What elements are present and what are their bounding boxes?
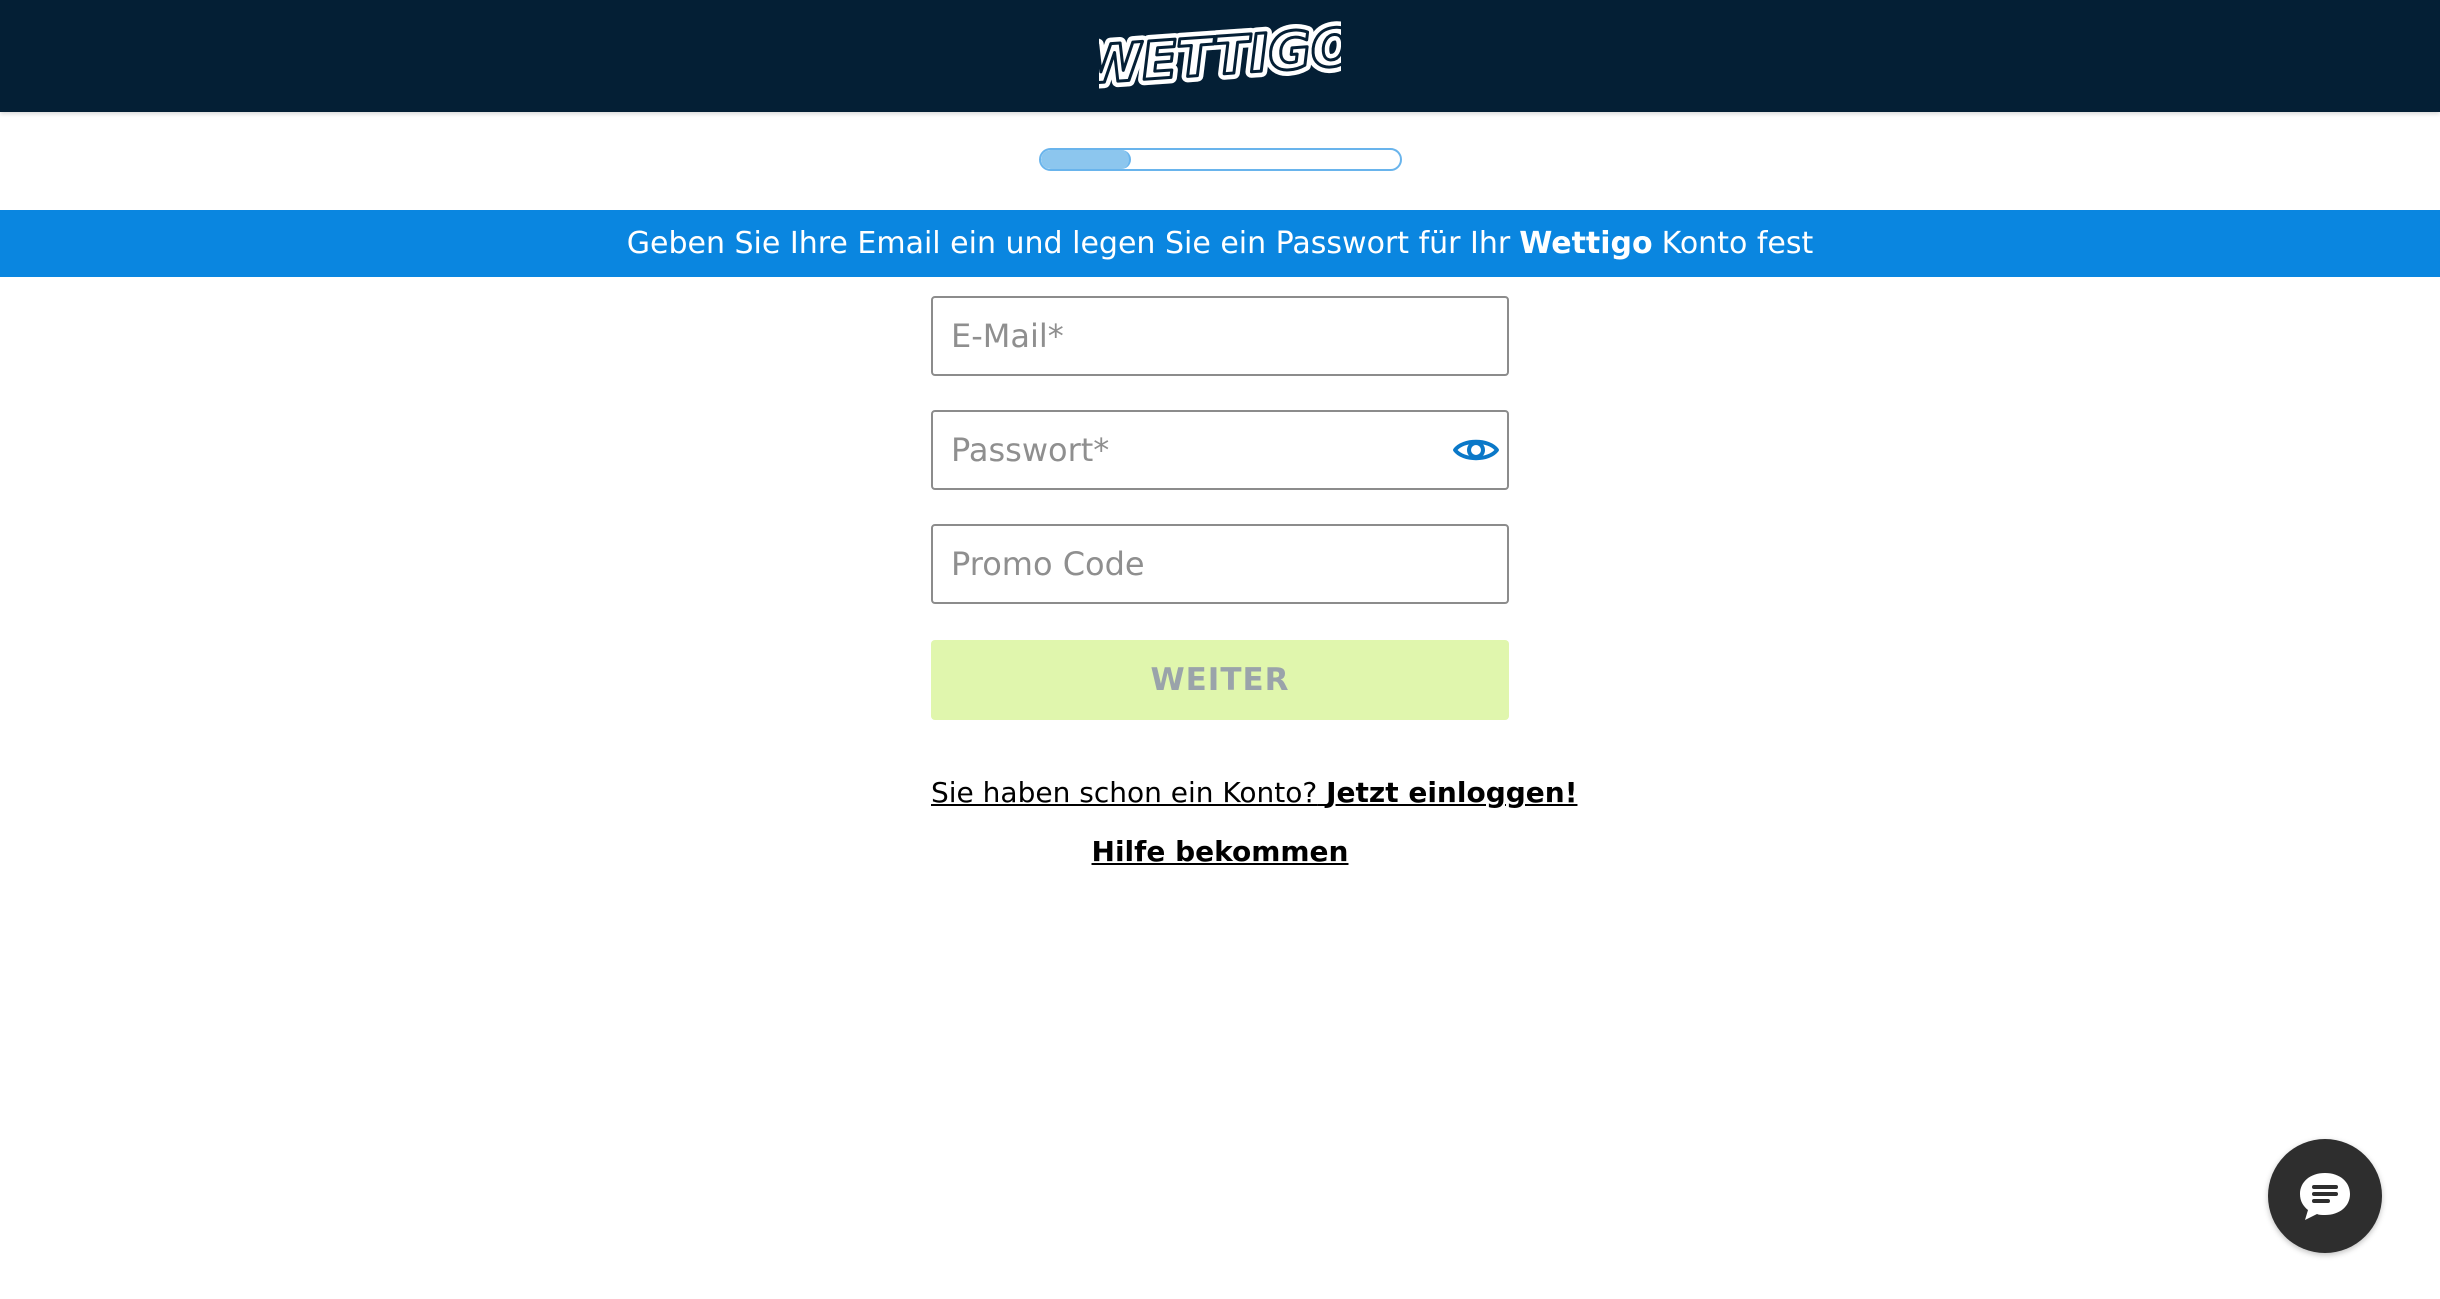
help-line: Hilfe bekommen	[931, 835, 1509, 868]
login-prompt-text: Sie haben schon ein Konto?	[931, 776, 1318, 809]
chat-bubble-icon	[2300, 1173, 2350, 1220]
login-prompt: Sie haben schon ein Konto? Jetzt einlogg…	[931, 776, 1577, 809]
site-header: WETTIGO WETTIGO	[0, 0, 2440, 112]
email-field[interactable]	[933, 298, 1507, 374]
password-field[interactable]	[933, 412, 1507, 488]
registration-form: WEITER Sie haben schon ein Konto? Jetzt …	[931, 296, 1577, 868]
password-field-wrapper	[931, 410, 1509, 490]
logo-graphic: WETTIGO WETTIGO	[1099, 18, 1341, 94]
promo-field-wrapper	[931, 524, 1509, 604]
continue-button[interactable]: WEITER	[931, 640, 1509, 720]
chat-button[interactable]	[2268, 1139, 2382, 1253]
promo-code-field[interactable]	[933, 526, 1507, 602]
instruction-banner: Geben Sie Ihre Email ein und legen Sie e…	[0, 210, 2440, 277]
banner-text-before: Geben Sie Ihre Email ein und legen Sie e…	[626, 226, 1511, 261]
help-link[interactable]: Hilfe bekommen	[1092, 835, 1349, 868]
progress-fill	[1041, 150, 1131, 169]
banner-brand: Wettigo	[1519, 226, 1653, 261]
login-link-text: Jetzt einloggen!	[1326, 776, 1578, 809]
email-field-wrapper	[931, 296, 1509, 376]
eye-icon[interactable]	[1451, 430, 1501, 470]
registration-progress-bar	[1039, 148, 1402, 171]
banner-text-after: Konto fest	[1661, 226, 1814, 261]
logo-text: WETTIGO	[1099, 18, 1341, 94]
wettigo-logo[interactable]: WETTIGO WETTIGO	[1099, 18, 1341, 94]
login-link[interactable]: Sie haben schon ein Konto? Jetzt einlogg…	[931, 776, 1577, 809]
